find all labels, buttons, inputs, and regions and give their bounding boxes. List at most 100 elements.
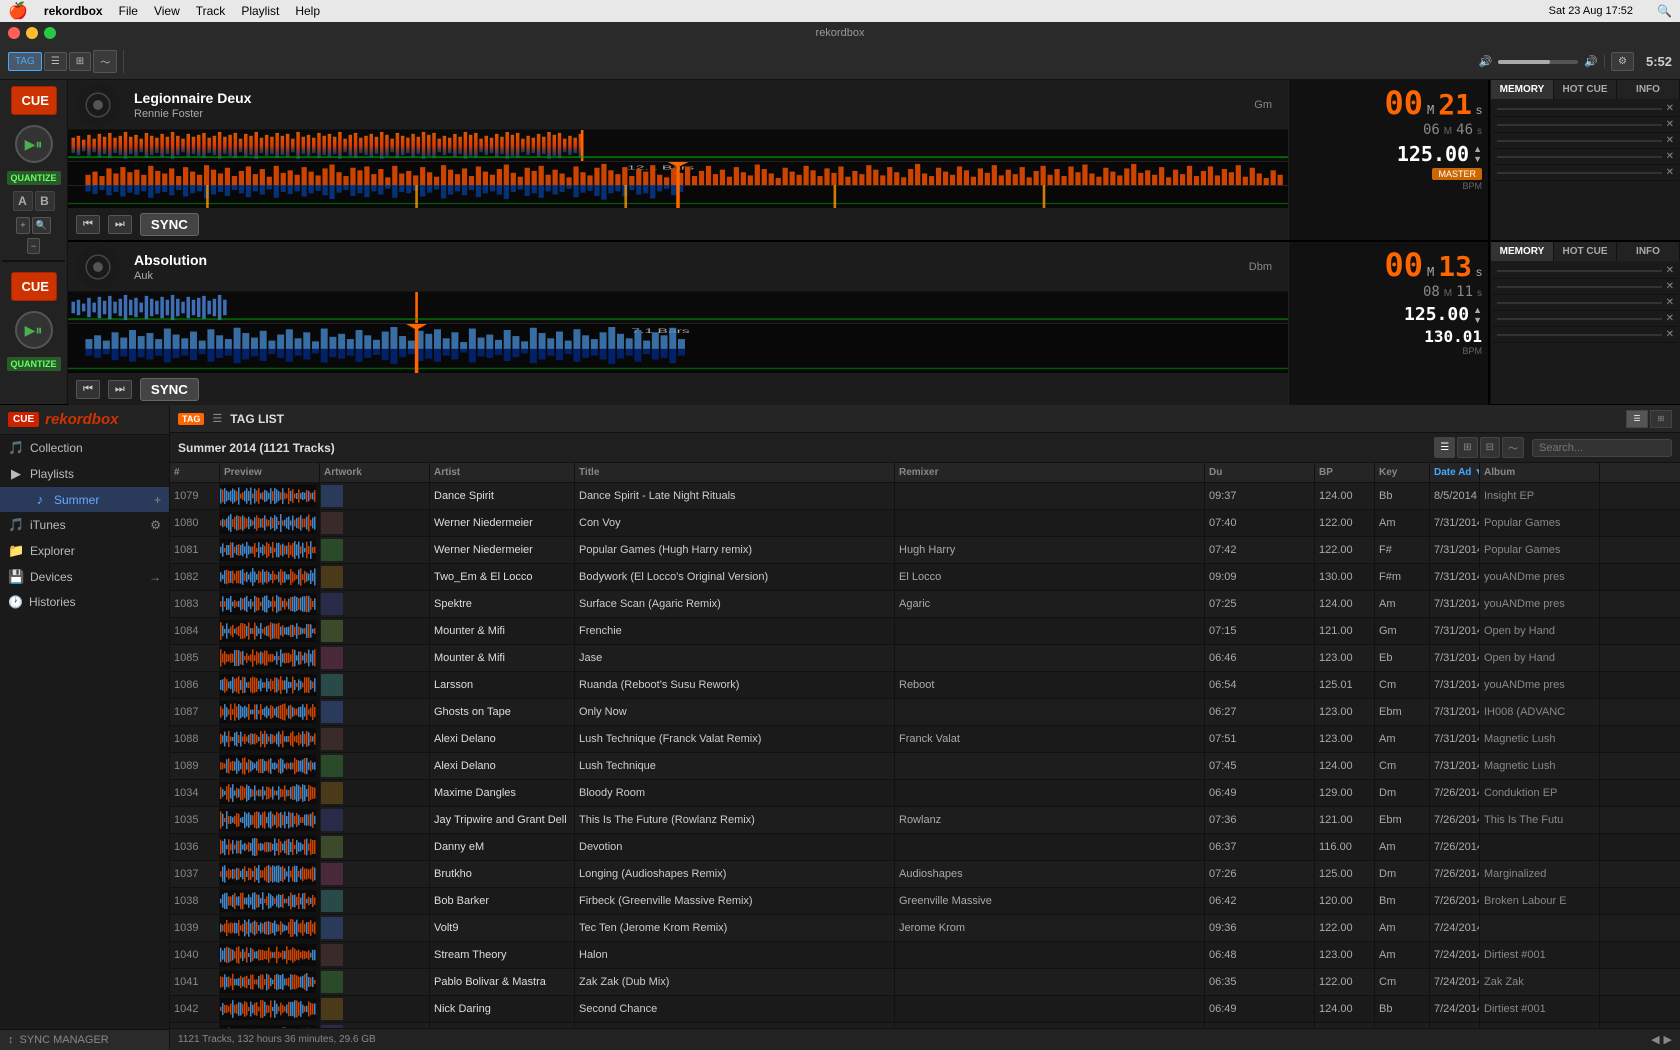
mem-slot-b-x-2[interactable]: ✕ <box>1666 281 1674 292</box>
table-row[interactable]: 1085 Mounter & Mifi Jase 06:46 123.00 Eb… <box>170 645 1680 672</box>
mem-slot-x-5[interactable]: ✕ <box>1666 167 1674 178</box>
scroll-right-btn[interactable]: ▶ <box>1664 1033 1672 1046</box>
memory-tab-b[interactable]: MEMORY <box>1491 242 1554 261</box>
table-row[interactable]: 1035 Jay Tripwire and Grant Dell This Is… <box>170 807 1680 834</box>
table-row[interactable]: 1088 Alexi Delano Lush Technique (Franck… <box>170 726 1680 753</box>
play-button-a[interactable]: ▶⏸ <box>15 125 53 163</box>
table-row[interactable]: 1081 Werner Niedermeier Popular Games (H… <box>170 537 1680 564</box>
playlist-col-btn[interactable]: ⊟ <box>1480 437 1500 458</box>
th-bpm[interactable]: BP <box>1315 463 1375 482</box>
itunes-settings-icon[interactable]: ⚙ <box>150 518 161 532</box>
vol-slider[interactable] <box>1498 60 1578 64</box>
th-key[interactable]: Key <box>1375 463 1430 482</box>
info-tab-b[interactable]: INFO <box>1617 242 1680 261</box>
deck-a-prev-btn[interactable]: ⏮ <box>76 215 100 234</box>
mem-slot-b-x-5[interactable]: ✕ <box>1666 329 1674 340</box>
table-row[interactable]: 1089 Alexi Delano Lush Technique 07:45 1… <box>170 753 1680 780</box>
ab-btn-a[interactable]: A <box>13 191 33 211</box>
plus-btn-a[interactable]: + <box>16 217 29 234</box>
file-menu[interactable]: File <box>119 4 138 18</box>
tag-btn[interactable]: TAG <box>8 52 42 71</box>
waveform-view-btn[interactable]: 〜 <box>93 50 117 73</box>
sidebar-item-collection[interactable]: 🎵 Collection <box>0 435 169 461</box>
table-row[interactable]: 1042 Nick Daring Second Chance 06:49 124… <box>170 996 1680 1023</box>
deck-b-bpm-down[interactable]: ▼ <box>1473 315 1482 325</box>
th-duration[interactable]: Du <box>1205 463 1315 482</box>
deck-b-next-btn[interactable]: ⏭ <box>108 380 132 399</box>
track-menu[interactable]: Track <box>196 4 226 18</box>
table-row[interactable]: 1082 Two_Em & El Locco Bodywork (El Locc… <box>170 564 1680 591</box>
sidebar-item-histories[interactable]: 🕐 Histories <box>0 590 169 614</box>
info-tab-a[interactable]: INFO <box>1617 80 1680 99</box>
zoom-btn-a[interactable]: 🔍 <box>32 217 51 234</box>
th-artist[interactable]: Artist <box>430 463 575 482</box>
mem-slot-x-4[interactable]: ✕ <box>1666 151 1674 162</box>
ab-btn-b[interactable]: B <box>35 191 55 211</box>
th-album[interactable]: Album <box>1480 463 1600 482</box>
hotcue-tab-a[interactable]: HOT CUE <box>1554 80 1617 99</box>
table-row[interactable]: 1083 Spektre Surface Scan (Agaric Remix)… <box>170 591 1680 618</box>
table-row[interactable]: 1039 Volt9 Tec Ten (Jerome Krom Remix) J… <box>170 915 1680 942</box>
mem-slot-x-2[interactable]: ✕ <box>1666 119 1674 130</box>
deck-b-bpm-up[interactable]: ▲ <box>1473 305 1482 315</box>
table-row[interactable]: 1080 Werner Niedermeier Con Voy 07:40 12… <box>170 510 1680 537</box>
maximize-button[interactable] <box>44 27 56 39</box>
view-menu[interactable]: View <box>154 4 180 18</box>
deck-b-sync-btn[interactable]: SYNC <box>140 378 199 401</box>
quantize-btn-b[interactable]: QUANTIZE <box>7 357 61 371</box>
sidebar-item-itunes[interactable]: 🎵 iTunes ⚙ <box>0 512 169 538</box>
table-row[interactable]: 1038 Bob Barker Firbeck (Greenville Mass… <box>170 888 1680 915</box>
scroll-left-btn[interactable]: ◀ <box>1651 1033 1659 1046</box>
grid-view-btn[interactable]: ⊞ <box>69 52 91 71</box>
sidebar-item-summer[interactable]: ♪ Summer + <box>0 487 169 512</box>
th-title[interactable]: Title <box>575 463 895 482</box>
deck-b-prev-btn[interactable]: ⏮ <box>76 380 100 399</box>
table-row[interactable]: 1087 Ghosts on Tape Only Now 06:27 123.0… <box>170 699 1680 726</box>
deck-a-bpm-down[interactable]: ▼ <box>1473 154 1482 164</box>
table-row[interactable]: 1041 Pablo Bolivar & Mastra Zak Zak (Dub… <box>170 969 1680 996</box>
sidebar-item-playlists[interactable]: ▶ Playlists <box>0 461 169 487</box>
mem-slot-b-x-3[interactable]: ✕ <box>1666 297 1674 308</box>
memory-tab-a[interactable]: MEMORY <box>1491 80 1554 99</box>
deck-a-bpm-up[interactable]: ▲ <box>1473 144 1482 154</box>
table-row[interactable]: 1086 Larsson Ruanda (Reboot's Susu Rewor… <box>170 672 1680 699</box>
table-row[interactable]: 1079 Dance Spirit Dance Spirit - Late Ni… <box>170 483 1680 510</box>
th-num[interactable]: # <box>170 463 220 482</box>
summer-add-icon[interactable]: + <box>154 493 161 507</box>
mem-slot-x-3[interactable]: ✕ <box>1666 135 1674 146</box>
th-date[interactable]: Date Ad ▼ <box>1430 463 1480 482</box>
th-artwork[interactable]: Artwork <box>320 463 430 482</box>
mem-slot-b-x-4[interactable]: ✕ <box>1666 313 1674 324</box>
cue-button-b[interactable]: CUE <box>11 272 57 301</box>
th-preview[interactable]: Preview <box>220 463 320 482</box>
playlist-grid-btn[interactable]: ⊞ <box>1457 437 1477 458</box>
quantize-btn-a[interactable]: QUANTIZE <box>7 171 61 185</box>
mem-slot-x-1[interactable]: ✕ <box>1666 103 1674 114</box>
hotcue-tab-b[interactable]: HOT CUE <box>1554 242 1617 261</box>
playlist-menu[interactable]: Playlist <box>241 4 279 18</box>
search-icon[interactable]: 🔍 <box>1657 4 1672 18</box>
settings-btn[interactable]: ⚙ <box>1611 52 1634 71</box>
deck-a-next-btn[interactable]: ⏭ <box>108 215 132 234</box>
cue-button-a[interactable]: CUE <box>11 86 57 115</box>
list-view-btn[interactable]: ☰ <box>44 52 67 71</box>
table-row[interactable]: 1034 Maxime Dangles Bloody Room 06:49 12… <box>170 780 1680 807</box>
table-row[interactable]: 1036 Danny eM Devotion 06:37 116.00 Am 7… <box>170 834 1680 861</box>
list-view-toggle[interactable]: ☰ <box>1626 410 1648 428</box>
table-row[interactable]: 1040 Stream Theory Halon 06:48 123.00 Am… <box>170 942 1680 969</box>
mem-slot-b-x-1[interactable]: ✕ <box>1666 265 1674 276</box>
play-button-b[interactable]: ▶⏸ <box>15 311 53 349</box>
minus-btn-a[interactable]: − <box>27 238 40 254</box>
deck-a-sync-btn[interactable]: SYNC <box>140 213 199 236</box>
playlist-list-btn[interactable]: ☰ <box>1434 437 1455 458</box>
sidebar-item-explorer[interactable]: 📁 Explorer <box>0 538 169 564</box>
sync-manager-bar[interactable]: ↕ SYNC MANAGER <box>0 1029 169 1050</box>
playlist-wave-btn[interactable]: 〜 <box>1502 437 1524 458</box>
track-search-input[interactable] <box>1532 439 1672 457</box>
table-row[interactable]: 1084 Mounter & Mifi Frenchie 07:15 121.0… <box>170 618 1680 645</box>
minimize-button[interactable] <box>26 27 38 39</box>
grid-view-toggle[interactable]: ⊞ <box>1650 410 1672 428</box>
th-remixer[interactable]: Remixer <box>895 463 1205 482</box>
sidebar-item-devices[interactable]: 💾 Devices → <box>0 564 169 590</box>
help-menu[interactable]: Help <box>295 4 320 18</box>
